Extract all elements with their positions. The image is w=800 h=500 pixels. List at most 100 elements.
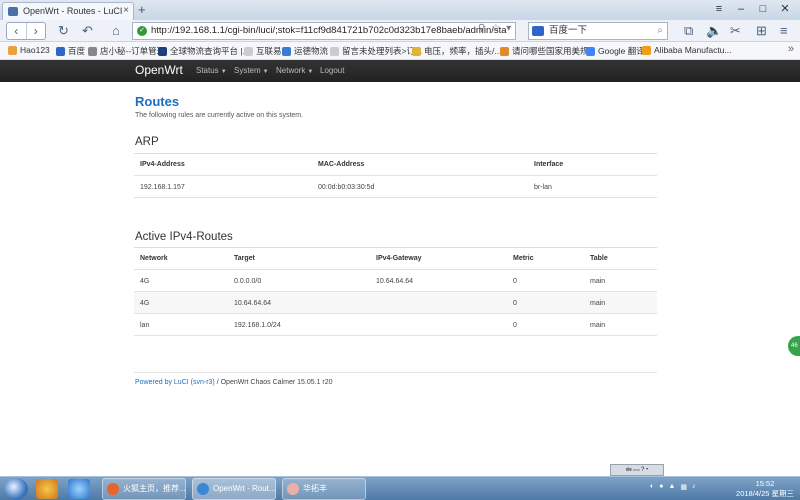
- secure-icon: ✓: [137, 26, 147, 36]
- tray-icon[interactable]: ●: [659, 483, 663, 491]
- language-bar[interactable]: 🖮 ▭ ? ▾: [610, 464, 664, 476]
- back-icon[interactable]: ‹: [7, 23, 27, 39]
- bookmark-icon: [158, 46, 167, 56]
- bookmark-item[interactable]: 运德物流: [282, 45, 328, 57]
- column-header: Interface: [534, 161, 564, 168]
- ime-icon[interactable]: 🖮 ▭ ? ▾: [626, 467, 649, 473]
- menu-system[interactable]: System ▼: [234, 66, 269, 75]
- search-icon[interactable]: ⌕: [657, 23, 663, 39]
- chat-icon: [287, 483, 299, 495]
- table-cell: lan: [140, 322, 150, 329]
- bookmark-star-icon[interactable]: ☆: [491, 23, 500, 34]
- sound-icon[interactable]: 🔈: [706, 23, 722, 39]
- table-header-row: Network Target IPv4-Gateway Metric Table: [134, 248, 657, 270]
- ie-icon[interactable]: [68, 479, 90, 499]
- brand-logo[interactable]: OpenWrt: [135, 63, 183, 77]
- menu-network[interactable]: Network ▼: [276, 66, 313, 75]
- search-box[interactable]: 百度一下 ⌕: [528, 22, 668, 40]
- dropdown-icon[interactable]: ▾: [506, 23, 511, 34]
- scissors-icon[interactable]: ✂: [730, 23, 741, 39]
- system-tray: ◐ ● ▲ ▦ ♪: [650, 483, 696, 491]
- table-cell: br-lan: [534, 184, 552, 191]
- table-header-row: IPv4-Address MAC-Address Interface: [134, 154, 657, 176]
- app-pinned-icon[interactable]: [36, 479, 58, 499]
- close-window-icon[interactable]: ✕: [774, 1, 796, 18]
- network-icon[interactable]: ▦: [680, 483, 687, 491]
- browser-toolbar: ‹ › ↻ ↶ ⌂ ✓ http://192.168.1.1/cgi-bin/l…: [0, 20, 800, 42]
- close-tab-icon[interactable]: ×: [123, 5, 129, 16]
- new-tab-icon[interactable]: +: [138, 3, 146, 17]
- baidu-engine-icon[interactable]: [532, 26, 544, 36]
- menu-status[interactable]: Status ▼: [196, 66, 227, 75]
- tab-title: OpenWrt - Routes - LuCI: [23, 6, 123, 16]
- start-button[interactable]: [4, 478, 28, 500]
- page-title: Routes: [135, 94, 180, 109]
- share-icon[interactable]: ⚲: [478, 23, 485, 34]
- grid-icon[interactable]: ⊞: [756, 23, 767, 39]
- bookmark-item[interactable]: 电压，频率，插头/...: [412, 45, 501, 57]
- bookmark-icon: [56, 46, 65, 56]
- footer: Powered by LuCI (svn-r3) / OpenWrt Chaos…: [135, 379, 333, 386]
- clock-time: 15:52: [755, 479, 775, 488]
- table-cell: 192.168.1.0/24: [234, 322, 281, 329]
- caret-down-icon: ▼: [220, 69, 227, 75]
- bookmarks-overflow-icon[interactable]: »: [788, 43, 794, 55]
- page-description: The following rules are currently active…: [135, 112, 304, 119]
- tray-icon[interactable]: ▲: [668, 483, 675, 491]
- bookmark-item[interactable]: Alibaba Manufactu...: [642, 45, 732, 55]
- maximize-icon[interactable]: □: [752, 1, 774, 18]
- volume-icon[interactable]: ♪: [692, 483, 696, 491]
- extensions-icon[interactable]: ⧉: [684, 23, 693, 39]
- menu-icon[interactable]: ≡: [708, 1, 730, 18]
- bookmarks-bar: Hao123 百度 店小秘--订单管理 全球物流查询平台 |... 互联易 运德…: [0, 42, 800, 60]
- url-text: http://192.168.1.1/cgi-bin/luci/;stok=f1…: [151, 25, 507, 36]
- clock[interactable]: 15:52 2018/4/25 星期三: [736, 479, 794, 499]
- taskbar-item[interactable]: 华拓丰: [282, 478, 366, 500]
- bookmark-item[interactable]: 留言未处理列表>订...: [330, 45, 422, 57]
- home-icon[interactable]: ⌂: [112, 23, 120, 39]
- luci-link[interactable]: Powered by LuCI (svn-r3): [135, 379, 215, 386]
- bookmark-item[interactable]: 互联易: [244, 45, 282, 57]
- browser-icon: [197, 483, 209, 495]
- address-bar[interactable]: ✓ http://192.168.1.1/cgi-bin/luci/;stok=…: [132, 22, 516, 40]
- side-widget-tab[interactable]: 46: [788, 336, 800, 356]
- reload-icon[interactable]: ↻: [58, 23, 69, 39]
- bookmark-item[interactable]: 百度: [56, 45, 85, 57]
- bookmark-icon: [244, 46, 253, 56]
- openwrt-navbar: OpenWrt Status ▼ System ▼ Network ▼ Logout: [0, 60, 800, 82]
- menu-logout[interactable]: Logout: [320, 66, 344, 75]
- clock-date: 2018/4/25 星期三: [736, 489, 794, 498]
- search-text: 百度一下: [549, 25, 588, 36]
- bookmark-icon: [642, 45, 651, 55]
- window-controls: ≡ – □ ✕: [708, 1, 796, 18]
- bookmark-icon: [412, 46, 421, 56]
- table-cell: 4G: [140, 300, 150, 307]
- taskbar-item-active[interactable]: OpenWrt - Rout...: [192, 478, 276, 500]
- table-cell: main: [590, 322, 606, 329]
- bookmark-icon: [88, 46, 97, 56]
- undo-icon[interactable]: ↶: [82, 23, 93, 39]
- tray-icon[interactable]: ◐: [650, 483, 654, 491]
- browser-titlebar: OpenWrt - Routes - LuCI × + ≡ – □ ✕: [0, 0, 800, 20]
- bookmark-item[interactable]: 全球物流查询平台 |...: [158, 45, 250, 57]
- table-cell: 0: [513, 300, 517, 307]
- bookmark-icon: [330, 46, 339, 56]
- more-menu-icon[interactable]: ≡: [780, 23, 788, 39]
- bookmark-item[interactable]: Google 翻译: [586, 45, 645, 57]
- nav-buttons: ‹ ›: [6, 22, 46, 40]
- table-row: lan 192.168.1.0/24 0 main: [134, 314, 657, 336]
- bookmark-item[interactable]: Hao123: [8, 45, 50, 55]
- bookmark-icon: [500, 46, 509, 56]
- column-header: Network: [140, 255, 168, 262]
- bookmark-item[interactable]: 店小秘--订单管理: [88, 45, 165, 57]
- bookmark-item[interactable]: 请问哪些国家用美规...: [500, 45, 596, 57]
- table-row: 4G 10.64.64.64 0 main: [134, 292, 657, 314]
- routes-table: Network Target IPv4-Gateway Metric Table…: [134, 247, 657, 336]
- minimize-icon[interactable]: –: [730, 1, 752, 18]
- browser-tab[interactable]: OpenWrt - Routes - LuCI ×: [2, 2, 134, 20]
- bookmark-icon: [586, 46, 595, 56]
- taskbar-item[interactable]: 火狐主页，推荐...: [102, 478, 186, 500]
- forward-icon[interactable]: ›: [27, 23, 46, 39]
- table-cell: 10.64.64.64: [234, 300, 271, 307]
- column-header: Table: [590, 255, 608, 262]
